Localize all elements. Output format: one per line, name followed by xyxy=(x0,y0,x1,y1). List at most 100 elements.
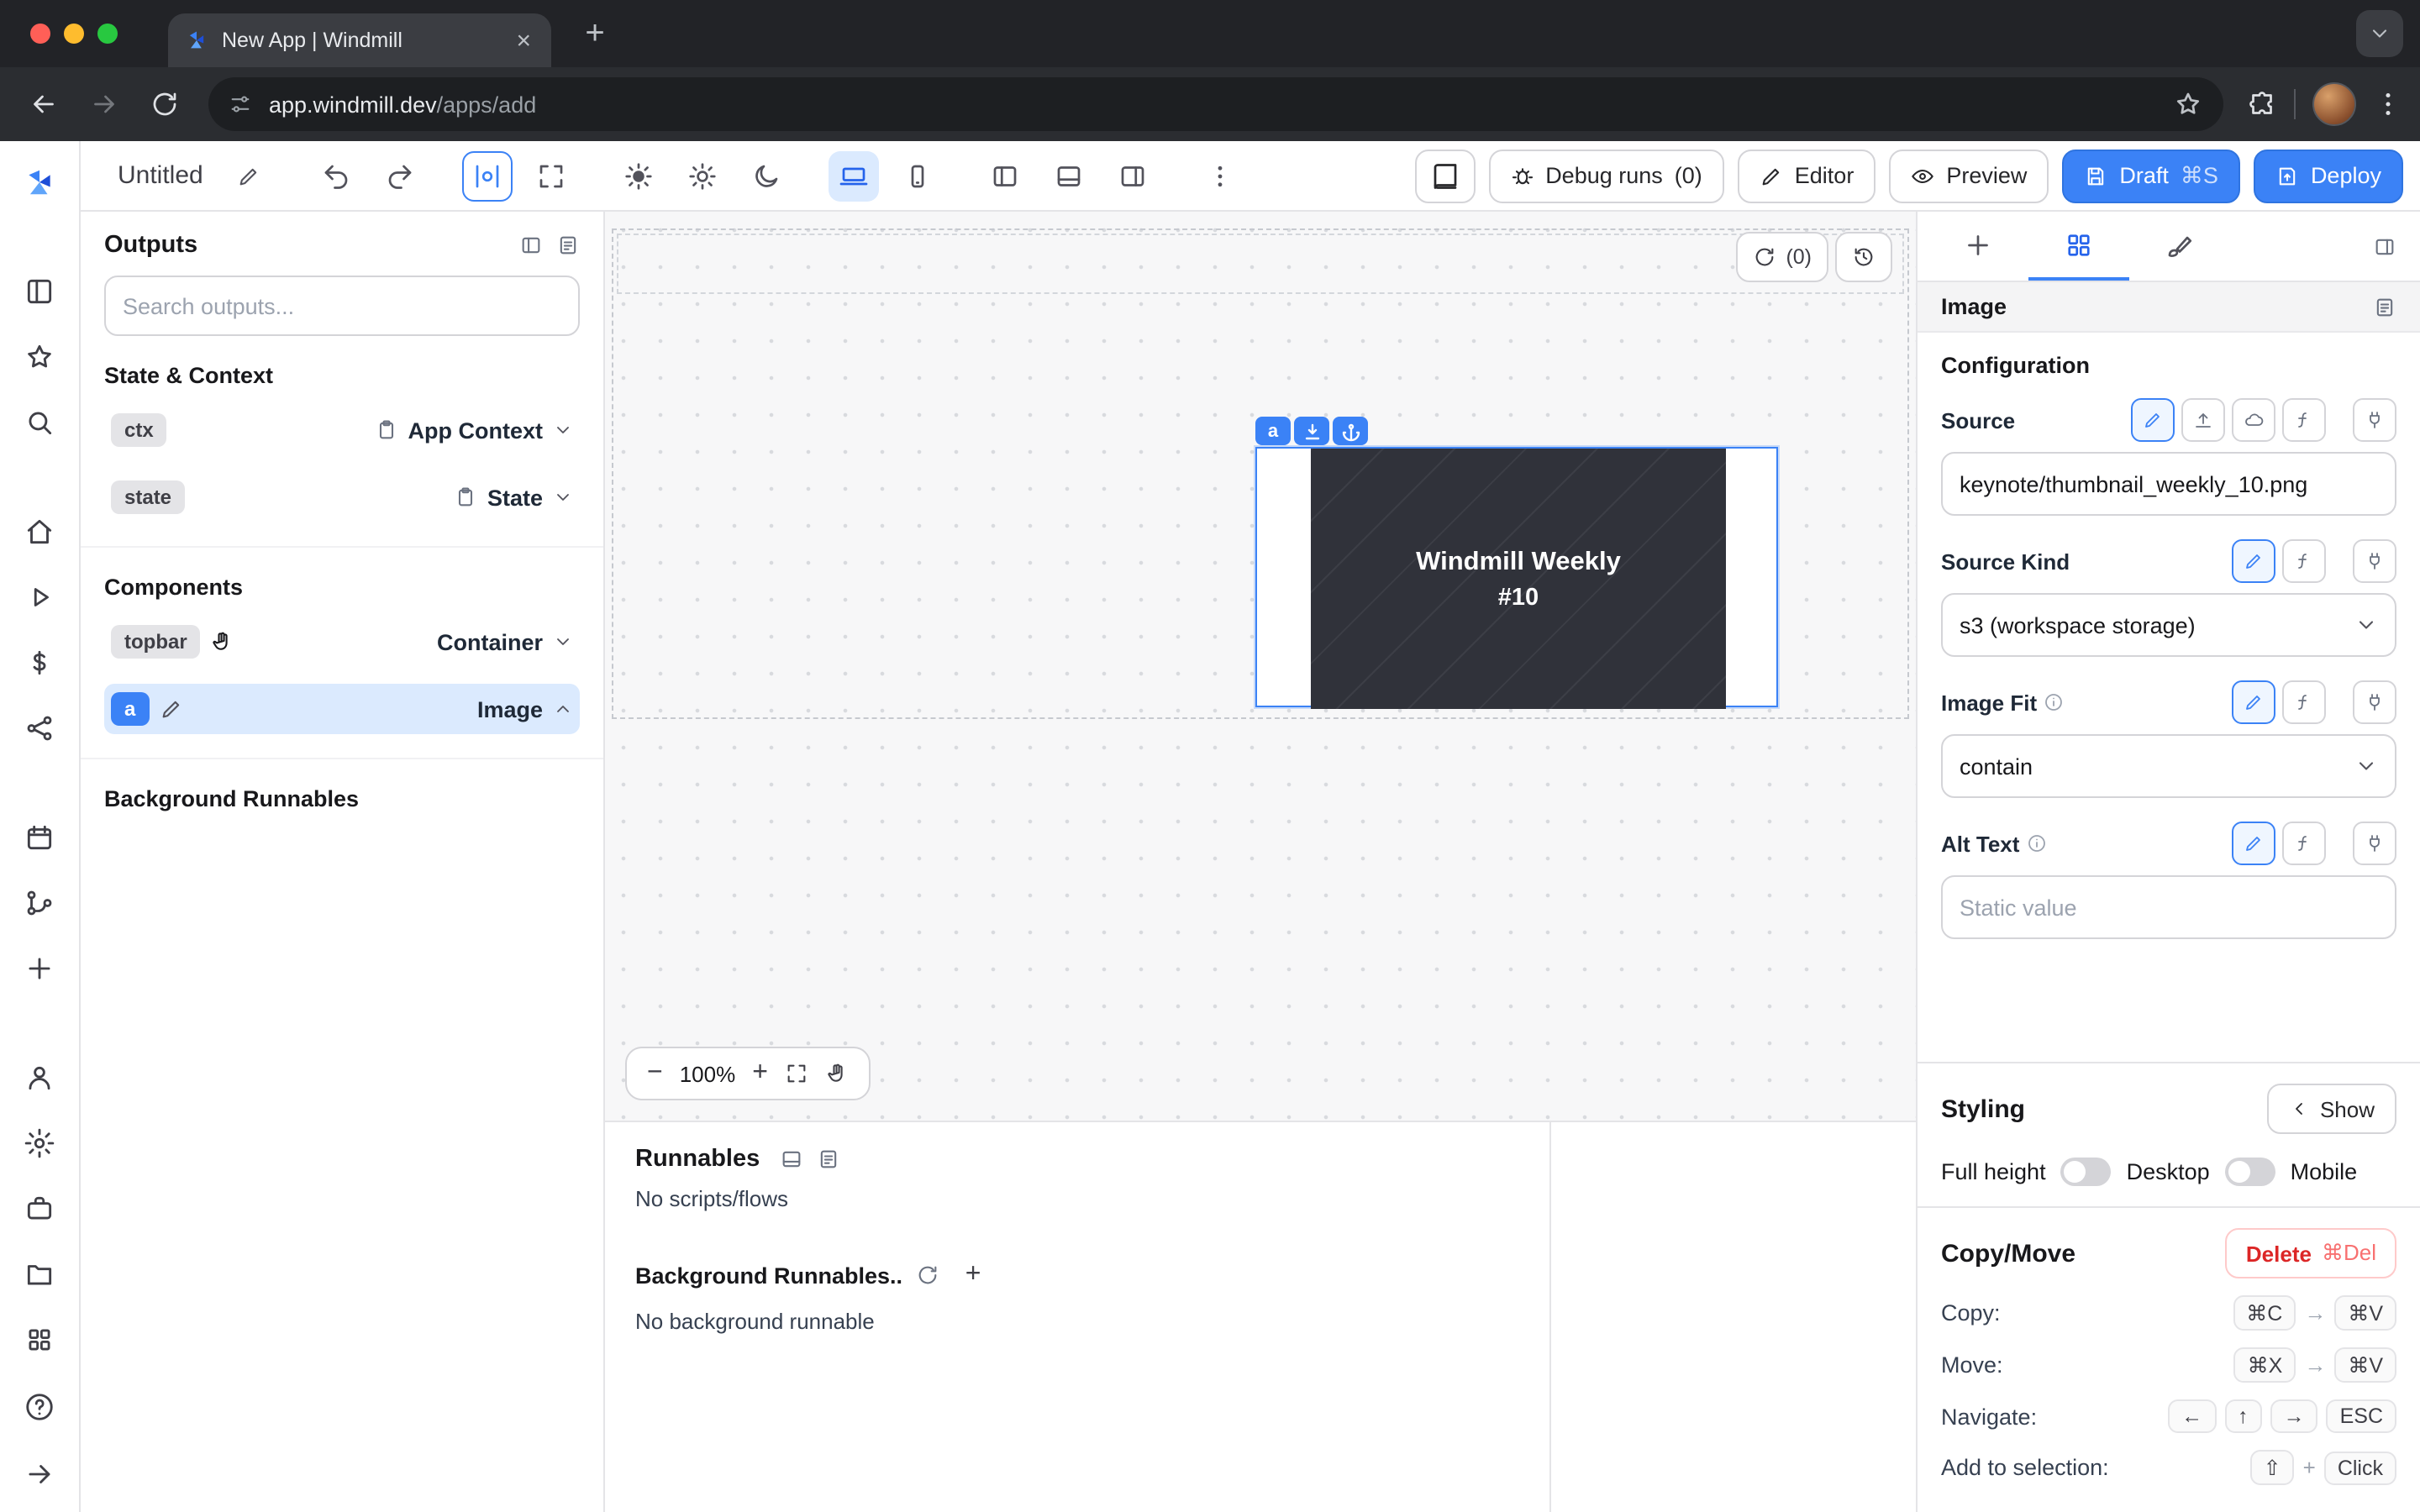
editor-mode-button[interactable]: Editor xyxy=(1738,149,1876,202)
more-options-button[interactable] xyxy=(1195,150,1245,201)
reload-button[interactable] xyxy=(138,77,192,131)
full-height-mobile-toggle[interactable] xyxy=(2225,1158,2275,1186)
address-bar[interactable]: app.windmill.dev/apps/add xyxy=(208,77,2223,131)
doc-list-icon[interactable] xyxy=(556,234,580,257)
component-expand-handle[interactable] xyxy=(1294,417,1329,445)
center-components-toggle[interactable] xyxy=(462,150,513,201)
theme-dark-button[interactable] xyxy=(741,150,792,201)
tab-component-settings[interactable] xyxy=(2028,212,2129,281)
alt-text-expression-button[interactable] xyxy=(2282,822,2326,865)
rail-item-schedules[interactable] xyxy=(18,816,61,858)
zoom-out-button[interactable]: − xyxy=(647,1058,663,1089)
panel-right-toggle[interactable] xyxy=(1107,150,1158,201)
pan-hand-icon[interactable] xyxy=(825,1062,849,1085)
alt-text-connect-button[interactable] xyxy=(2353,822,2396,865)
output-row-image-a[interactable]: a Image xyxy=(104,684,580,734)
pencil-icon[interactable] xyxy=(159,697,182,721)
collapse-panel-icon[interactable] xyxy=(519,234,543,257)
rail-item-runs[interactable] xyxy=(18,576,61,618)
output-row-state[interactable]: state State xyxy=(104,472,580,522)
extensions-icon[interactable] xyxy=(2247,89,2277,119)
rail-item-hub[interactable] xyxy=(18,707,61,749)
alt-text-input[interactable] xyxy=(1941,875,2396,939)
save-draft-button[interactable]: Draft ⌘S xyxy=(2062,149,2240,202)
rail-item-folders[interactable] xyxy=(18,1253,61,1295)
image-fit-static-button[interactable] xyxy=(2232,680,2275,724)
refresh-app-button[interactable]: (0) xyxy=(1735,232,1828,282)
deploy-button[interactable]: Deploy xyxy=(2254,149,2403,202)
inspector-collapse-button[interactable] xyxy=(2373,212,2410,281)
rail-item-favorites[interactable] xyxy=(18,336,61,378)
output-row-topbar[interactable]: topbar Container xyxy=(104,617,580,667)
selected-image-component[interactable]: a Windmill Weekly #10 xyxy=(1255,447,1778,707)
source-s3-button[interactable] xyxy=(2232,398,2275,442)
source-kind-static-button[interactable] xyxy=(2232,539,2275,583)
rail-item-help[interactable] xyxy=(18,1384,61,1428)
rail-item-search[interactable] xyxy=(18,402,61,444)
zoom-in-button[interactable]: + xyxy=(752,1058,768,1089)
site-settings-icon[interactable] xyxy=(229,92,252,116)
panel-left-toggle[interactable] xyxy=(980,150,1030,201)
rail-item-home[interactable] xyxy=(18,511,61,553)
rename-app-button[interactable] xyxy=(224,150,274,201)
debug-runs-button[interactable]: Debug runs (0) xyxy=(1488,149,1724,202)
browser-menu-icon[interactable] xyxy=(2373,89,2403,119)
add-background-runnable-button[interactable]: + xyxy=(953,1255,993,1295)
fullwidth-toggle[interactable] xyxy=(526,150,576,201)
mobile-view-toggle[interactable] xyxy=(892,150,943,201)
close-window-button[interactable] xyxy=(30,24,50,44)
fit-view-icon[interactable] xyxy=(785,1062,808,1085)
forward-button[interactable] xyxy=(77,77,131,131)
topbar-container-component[interactable] xyxy=(617,234,1904,294)
theme-system-button[interactable] xyxy=(677,150,728,201)
rail-collapse-button[interactable] xyxy=(18,1452,61,1495)
image-fit-connect-button[interactable] xyxy=(2353,680,2396,724)
theme-light-button[interactable] xyxy=(613,150,664,201)
styling-show-button[interactable]: Show xyxy=(2268,1084,2396,1134)
alt-text-static-button[interactable] xyxy=(2232,822,2275,865)
windmill-logo[interactable] xyxy=(18,161,61,203)
source-kind-expression-button[interactable] xyxy=(2282,539,2326,583)
dock-panel-icon[interactable] xyxy=(780,1147,803,1171)
source-expression-button[interactable] xyxy=(2282,398,2326,442)
component-id-handle[interactable]: a xyxy=(1255,417,1291,445)
rail-item-flows[interactable] xyxy=(18,882,61,924)
chevron-up-icon[interactable] xyxy=(553,699,573,719)
zoom-window-button[interactable] xyxy=(97,24,118,44)
outputs-search-input[interactable] xyxy=(104,276,580,336)
rail-item-billing[interactable] xyxy=(18,642,61,684)
redo-button[interactable] xyxy=(375,150,425,201)
tab-search-button[interactable] xyxy=(2356,10,2403,57)
source-kind-select[interactable]: s3 (workspace storage) xyxy=(1941,593,2396,657)
image-fit-select[interactable]: contain xyxy=(1941,734,2396,798)
minimize-window-button[interactable] xyxy=(64,24,84,44)
new-tab-button[interactable]: + xyxy=(571,10,618,57)
app-canvas[interactable]: (0) a xyxy=(605,212,1916,1122)
tab-close-icon[interactable]: × xyxy=(513,26,534,55)
chevron-down-icon[interactable] xyxy=(553,420,573,440)
output-row-ctx[interactable]: ctx App Context xyxy=(104,405,580,455)
component-anchor-handle[interactable] xyxy=(1333,417,1368,445)
image-fit-expression-button[interactable] xyxy=(2282,680,2326,724)
history-button[interactable] xyxy=(1835,232,1892,282)
undo-button[interactable] xyxy=(311,150,361,201)
docs-button[interactable] xyxy=(1414,149,1475,202)
rail-item-resources[interactable] xyxy=(18,1319,61,1361)
back-button[interactable] xyxy=(17,77,71,131)
rail-item-apps-board[interactable] xyxy=(18,270,61,312)
bookmark-star-icon[interactable] xyxy=(2173,89,2203,119)
tab-global-styling[interactable] xyxy=(2129,212,2230,281)
delete-component-button[interactable]: Delete ⌘Del xyxy=(2226,1228,2396,1278)
doc-list-icon[interactable] xyxy=(817,1147,840,1171)
chevron-down-icon[interactable] xyxy=(553,487,573,507)
panel-bottom-toggle[interactable] xyxy=(1044,150,1094,201)
source-connect-button[interactable] xyxy=(2353,398,2396,442)
browser-tab[interactable]: New App | Windmill × xyxy=(168,13,551,67)
desktop-view-toggle[interactable] xyxy=(829,150,879,201)
rail-item-add[interactable] xyxy=(18,948,61,990)
profile-avatar[interactable] xyxy=(2312,82,2356,126)
source-kind-connect-button[interactable] xyxy=(2353,539,2396,583)
source-input[interactable] xyxy=(1941,452,2396,516)
rail-item-settings[interactable] xyxy=(18,1122,61,1164)
source-static-button[interactable] xyxy=(2131,398,2175,442)
